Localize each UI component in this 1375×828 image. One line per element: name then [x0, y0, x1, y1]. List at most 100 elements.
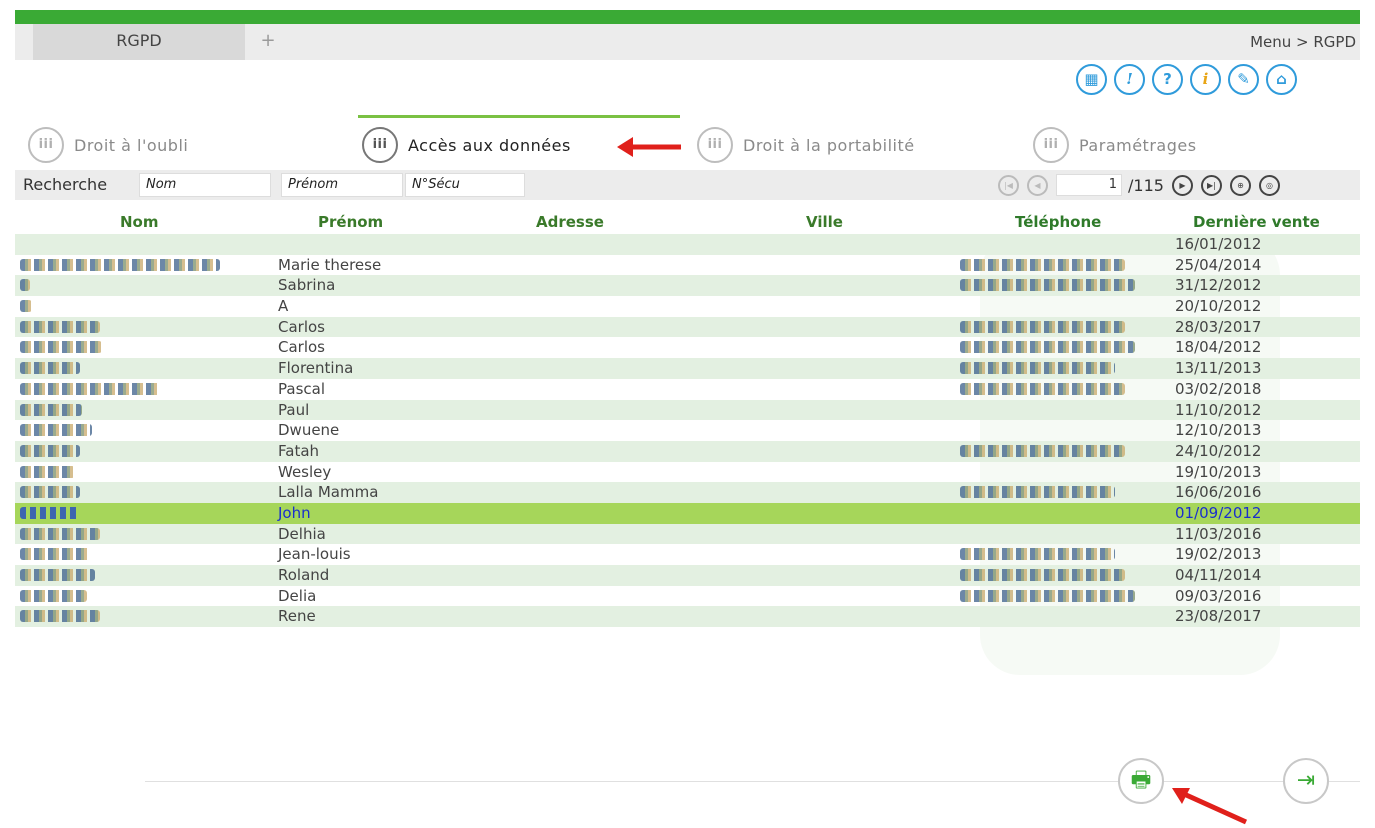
tab-label: Paramétrages: [1079, 135, 1197, 155]
redacted-nom: [20, 424, 92, 437]
annotation-arrow: [1172, 788, 1248, 825]
table-row[interactable]: Paul 11/10/2012: [15, 399, 1360, 421]
redacted-nom: [20, 320, 100, 333]
page-number-input[interactable]: 1: [1056, 174, 1122, 196]
breadcrumb: Menu > RGPD: [1250, 33, 1356, 51]
cell-prenom: Paul: [278, 400, 310, 419]
redacted-telephone: [960, 548, 1115, 561]
cell-derniere-vente: 20/10/2012: [1175, 297, 1262, 316]
tab-droit-portabilite[interactable]: iii Droit à la portabilité: [697, 124, 915, 166]
first-page-icon[interactable]: |◀: [998, 174, 1019, 196]
cell-prenom: Roland: [278, 566, 330, 584]
cell-prenom: Wesley: [278, 462, 332, 481]
cell-prenom: Sabrina: [278, 276, 336, 295]
cell-derniere-vente: 03/02/2018: [1175, 379, 1262, 398]
print-button[interactable]: 🖶: [1118, 758, 1164, 804]
cell-derniere-vente: 18/04/2012: [1175, 338, 1262, 357]
add-tab-button[interactable]: +: [255, 24, 281, 60]
table-row[interactable]: Roland 04/11/2014: [15, 565, 1360, 586]
redacted-telephone: [960, 341, 1135, 354]
redacted-telephone: [960, 569, 1125, 581]
table-row[interactable]: Wesley 19/10/2013: [15, 462, 1360, 483]
home-icon[interactable]: ⌂: [1266, 64, 1297, 95]
cell-prenom: Fatah: [278, 441, 320, 460]
table-row[interactable]: Carlos 18/04/2012: [15, 337, 1360, 358]
cell-prenom: Pascal: [278, 379, 325, 398]
table-row[interactable]: Carlos 28/03/2017: [15, 316, 1360, 338]
table-row[interactable]: Sabrina 31/12/2012: [15, 275, 1360, 297]
active-tab-indicator: [358, 115, 680, 118]
table-row[interactable]: Fatah 24/10/2012: [15, 440, 1360, 462]
redacted-nom: [20, 548, 90, 561]
tab-parametrages[interactable]: iii Paramétrages: [1033, 124, 1197, 166]
page-total: /115: [1128, 175, 1164, 195]
cell-derniere-vente: 19/10/2013: [1175, 462, 1262, 481]
cell-derniere-vente: 19/02/2013: [1175, 545, 1262, 564]
table-body: 16/01/2012 Marie therese 25/04/2014 Sabrina…: [15, 234, 1360, 628]
table-row[interactable]: John 01/09/2012: [15, 502, 1360, 524]
redacted-nom: [20, 589, 87, 602]
redacted-nom: [20, 610, 100, 623]
cell-derniere-vente: 12/10/2013: [1175, 421, 1262, 440]
table-row[interactable]: Marie therese 25/04/2014: [15, 255, 1360, 276]
alert-icon[interactable]: !: [1114, 64, 1145, 95]
group-icon: iii: [362, 127, 398, 163]
table-row[interactable]: Florentina 13/11/2013: [15, 358, 1360, 379]
prenom-search-input[interactable]: Prénom: [281, 173, 403, 197]
redacted-nom: [20, 258, 220, 271]
refresh-icon[interactable]: ◎: [1258, 174, 1280, 196]
info-icon[interactable]: i: [1190, 64, 1221, 95]
cell-derniere-vente: 01/09/2012: [1175, 503, 1262, 522]
tab-rgpd[interactable]: RGPD: [33, 24, 245, 60]
client-table: Nom Prénom Adresse Ville Téléphone Derni…: [15, 210, 1360, 628]
cell-prenom: Marie therese: [278, 255, 382, 274]
cell-prenom: Rene: [278, 607, 316, 626]
cell-derniere-vente: 25/04/2014: [1175, 255, 1262, 274]
table-row[interactable]: Dwuene 12/10/2013: [15, 420, 1360, 441]
table-row[interactable]: 16/01/2012: [15, 234, 1360, 255]
tab-label: Accès aux données: [408, 135, 571, 155]
table-row[interactable]: Jean-louis 19/02/2013: [15, 544, 1360, 565]
redacted-nom: [20, 382, 160, 395]
tab-droit-oubli[interactable]: iii Droit à l'oubli: [28, 124, 188, 166]
redacted-nom: [20, 362, 80, 375]
table-row[interactable]: A 20/10/2012: [15, 296, 1360, 317]
exit-button[interactable]: ⇥: [1283, 758, 1329, 804]
col-adresse[interactable]: Adresse: [536, 210, 604, 234]
tools-icon[interactable]: ✎: [1228, 64, 1259, 95]
table-row[interactable]: Delhia 11/03/2016: [15, 523, 1360, 545]
table-row[interactable]: Rene 23/08/2017: [15, 606, 1360, 628]
table-row[interactable]: Lalla Mamma 16/06/2016: [15, 482, 1360, 503]
last-page-icon[interactable]: ▶|: [1200, 174, 1222, 196]
cell-derniere-vente: 24/10/2012: [1175, 441, 1262, 460]
redacted-telephone: [960, 258, 1125, 271]
col-prenom[interactable]: Prénom: [318, 210, 383, 234]
col-nom[interactable]: Nom: [120, 210, 159, 234]
nom-search-input[interactable]: Nom: [139, 173, 271, 197]
group-icon: iii: [28, 127, 64, 163]
calendar-icon[interactable]: ▦: [1076, 64, 1107, 95]
col-derniere-vente[interactable]: Dernière vente: [1193, 210, 1320, 234]
redacted-nom: [20, 486, 80, 499]
cell-prenom: Delia: [278, 586, 317, 605]
col-ville[interactable]: Ville: [806, 210, 843, 234]
tab-label: Droit à l'oubli: [74, 135, 189, 155]
next-page-icon[interactable]: ▶: [1171, 174, 1193, 196]
cell-derniere-vente: 11/10/2012: [1175, 400, 1262, 419]
cell-prenom: Dwuene: [278, 421, 340, 440]
prev-page-icon[interactable]: ◀: [1027, 174, 1048, 196]
secu-search-input[interactable]: N°Sécu: [405, 173, 525, 197]
help-icon[interactable]: ?: [1152, 64, 1183, 95]
top-accent-bar: [15, 10, 1360, 24]
cell-prenom: John: [278, 503, 311, 522]
table-row[interactable]: Delia 09/03/2016: [15, 586, 1360, 607]
tab-acces-donnees[interactable]: iii Accès aux données: [362, 124, 571, 166]
redacted-nom: [20, 465, 75, 478]
zoom-search-icon[interactable]: ⊕: [1229, 174, 1251, 196]
col-telephone[interactable]: Téléphone: [1015, 210, 1101, 234]
cell-derniere-vente: 11/03/2016: [1175, 524, 1262, 543]
cell-derniere-vente: 16/01/2012: [1175, 235, 1262, 253]
redacted-nom: [20, 527, 100, 540]
cell-derniere-vente: 16/06/2016: [1175, 483, 1262, 502]
table-row[interactable]: Pascal 03/02/2018: [15, 379, 1360, 400]
